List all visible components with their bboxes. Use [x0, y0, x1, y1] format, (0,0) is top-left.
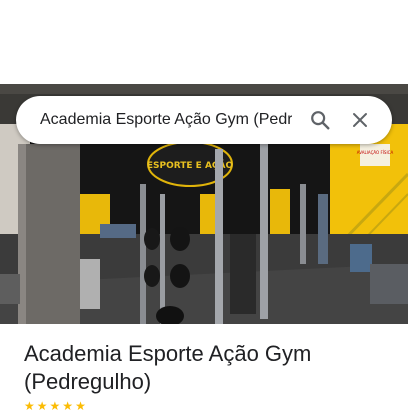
top-blank-area: [0, 0, 408, 84]
star-icon: ★: [49, 399, 61, 413]
search-bar[interactable]: Academia Esporte Ação Gym (Pedregulho): [16, 96, 392, 144]
sign-text: AVALIAÇÃO FÍSICA: [357, 150, 394, 155]
place-title-line1: Academia Esporte Ação Gym: [24, 341, 312, 366]
search-input[interactable]: Academia Esporte Ação Gym (Pedregulho): [40, 111, 292, 129]
place-title: Academia Esporte Ação Gym (Pedregulho): [24, 340, 394, 396]
place-title-line2: (Pedregulho): [24, 369, 152, 394]
star-icon: ★: [36, 399, 48, 413]
star-icon: ★: [62, 399, 74, 413]
star-icon: ★: [75, 399, 86, 413]
rating-stars: ★ ★ ★ ★ ★: [24, 400, 86, 412]
star-icon: ★: [24, 399, 35, 413]
search-icon[interactable]: [300, 100, 340, 140]
close-icon[interactable]: [340, 100, 380, 140]
